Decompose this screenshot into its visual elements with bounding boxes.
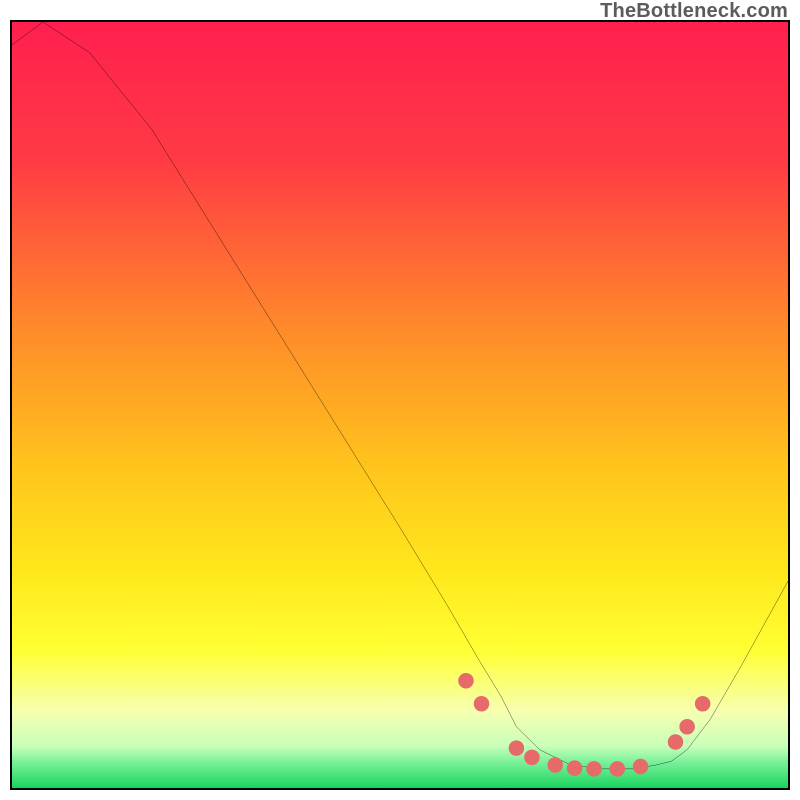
curve-dot [695,696,711,712]
curve-dot [567,760,583,776]
curve-dot [668,734,684,750]
curve-dot [586,761,602,777]
curve-dots [458,673,710,777]
chart-frame [10,20,790,790]
curve-path [12,22,788,769]
curve-dot [610,761,626,777]
curve-dot [547,757,563,773]
curve-dot [679,719,695,735]
curve-dot [458,673,474,689]
curve-dot [524,750,540,766]
bottleneck-curve [12,22,788,788]
curve-dot [474,696,490,712]
curve-dot [633,759,649,775]
plot-area [10,20,790,790]
curve-dot [509,740,525,756]
